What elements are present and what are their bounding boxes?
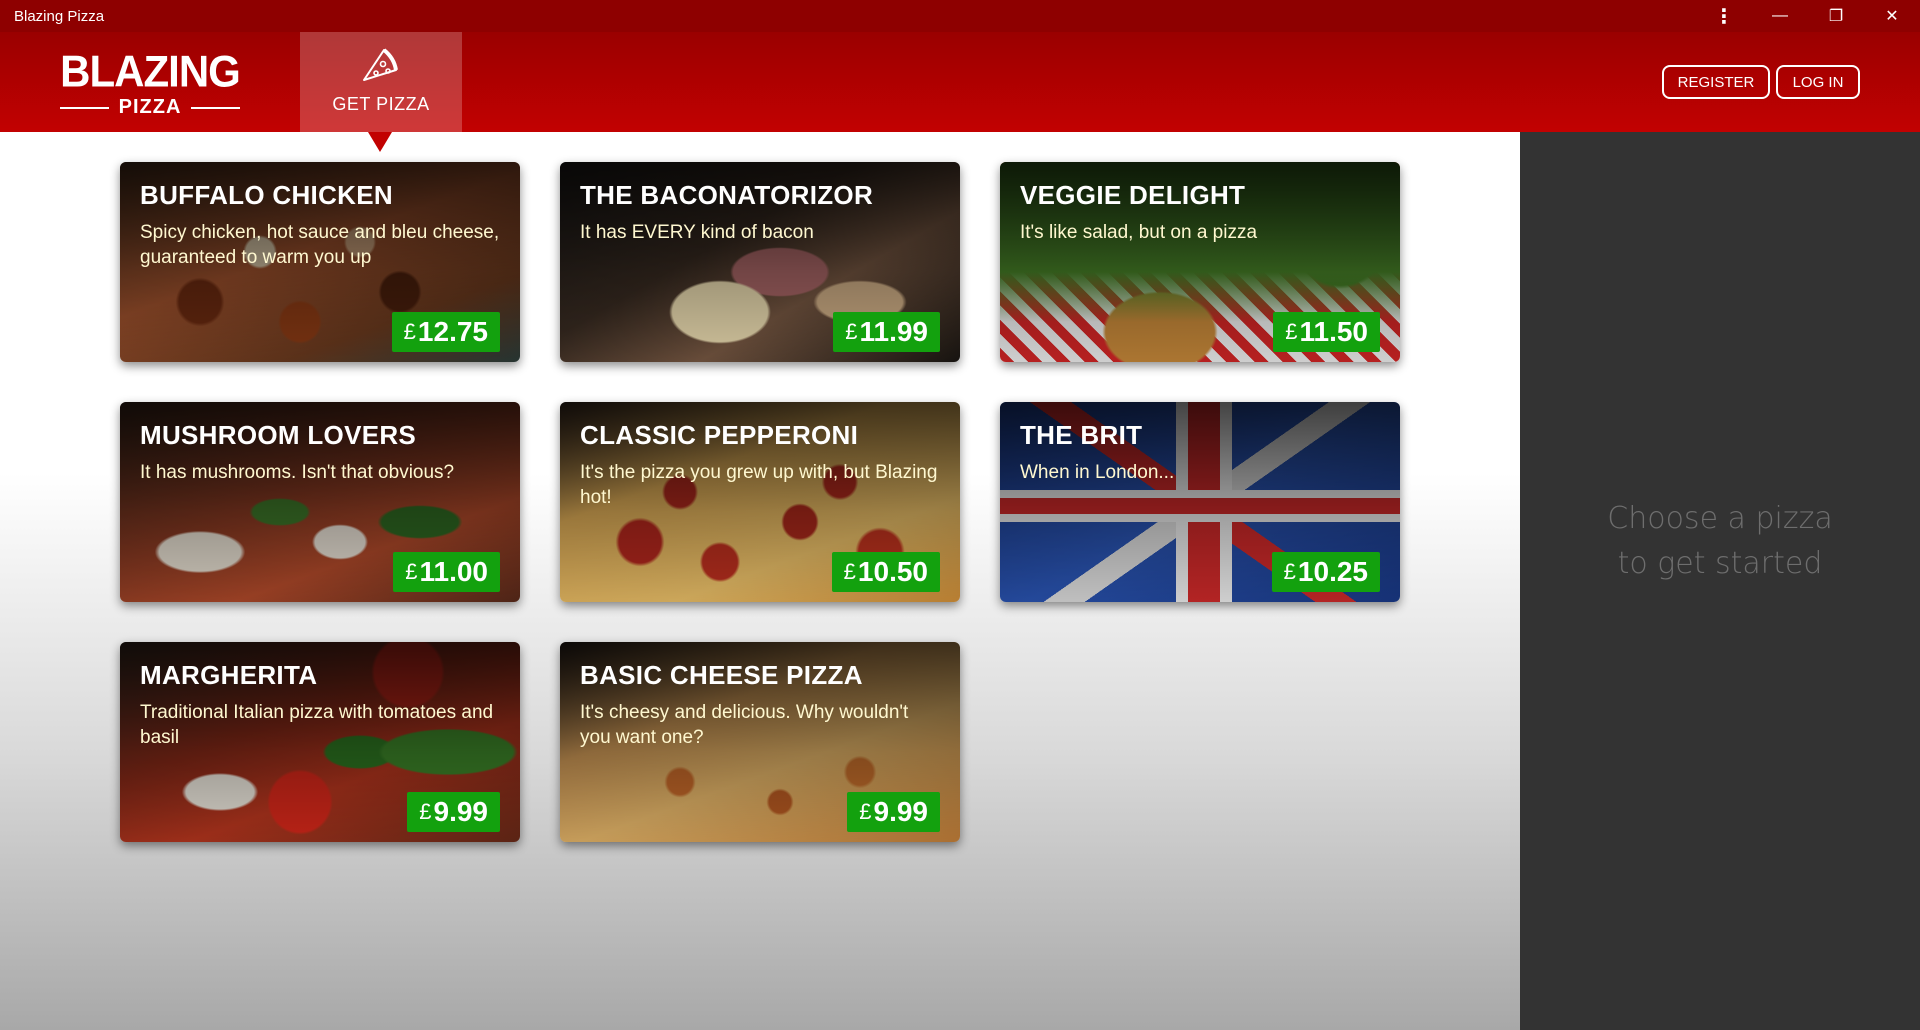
price-value: 12.75 xyxy=(417,316,488,347)
pizza-description: When in London... xyxy=(1020,462,1175,483)
more-vertical-icon[interactable]: ⋮ xyxy=(1696,0,1752,32)
price-value: 10.50 xyxy=(857,556,928,587)
currency-symbol: £ xyxy=(859,799,872,824)
minimize-icon[interactable]: — xyxy=(1752,0,1808,32)
pizza-name: VEGGIE DELIGHT xyxy=(1020,180,1246,210)
restore-icon[interactable]: ❐ xyxy=(1808,0,1864,32)
pizza-card-veggie-delight[interactable]: VEGGIE DELIGHT It's like salad, but on a… xyxy=(1000,162,1400,362)
app-header: BLAZING PIZZA GET PIZZA REGISTER LOG IN xyxy=(0,32,1920,132)
price-value: 10.25 xyxy=(1297,556,1368,587)
price-value: 11.00 xyxy=(419,556,488,587)
pizza-card-basic-cheese-pizza[interactable]: BASIC CHEESE PIZZA It's cheesy and delic… xyxy=(560,642,960,842)
price-value: 11.99 xyxy=(859,316,928,347)
pizza-card-classic-pepperoni[interactable]: CLASSIC PEPPERONI It's the pizza you gre… xyxy=(560,402,960,602)
pizza-card-margherita[interactable]: MARGHERITA Traditional Italian pizza wit… xyxy=(120,642,520,842)
price-value: 9.99 xyxy=(873,796,929,827)
pizza-slice-icon xyxy=(363,48,398,81)
pizza-name: THE BRIT xyxy=(1020,420,1143,450)
pizza-price: £9.99 xyxy=(407,792,500,832)
pizza-card-the-brit[interactable]: THE BRIT When in London... £10.25 xyxy=(1000,402,1400,602)
currency-symbol: £ xyxy=(845,319,858,344)
pizza-name: MARGHERITA xyxy=(140,660,318,690)
pizza-name: CLASSIC PEPPERONI xyxy=(580,420,859,450)
window-title-bar: Blazing Pizza ⋮ — ❐ ✕ xyxy=(0,0,1920,32)
register-button[interactable]: REGISTER xyxy=(1662,65,1770,99)
currency-symbol: £ xyxy=(1283,559,1296,584)
currency-symbol: £ xyxy=(1285,319,1298,344)
pizza-price: £12.75 xyxy=(391,312,500,352)
pizza-description: It has mushrooms. Isn't that obvious? xyxy=(140,462,455,483)
currency-symbol: £ xyxy=(403,319,416,344)
pizza-description: It's like salad, but on a pizza xyxy=(1020,222,1258,243)
price-value: 9.99 xyxy=(433,796,489,827)
pizza-description: It's the pizza you grew up with, but Bla… xyxy=(580,462,938,508)
logo[interactable]: BLAZING PIZZA xyxy=(60,46,241,118)
currency-symbol: £ xyxy=(843,559,856,584)
empty-order-line-1: Choose a pizza xyxy=(1607,501,1833,536)
pizza-price: £9.99 xyxy=(847,792,940,832)
pizza-description: Traditional Italian pizza with tomatoes … xyxy=(140,702,494,748)
pizza-price: £11.00 xyxy=(393,552,500,592)
pizza-name: BUFFALO CHICKEN xyxy=(140,180,393,210)
logo-divider-right xyxy=(191,106,240,109)
pizza-price: £10.50 xyxy=(831,552,940,592)
nav-get-pizza[interactable]: GET PIZZA xyxy=(300,32,462,132)
logo-bottom-text: PIZZA xyxy=(118,96,182,118)
order-sidebar: Choose a pizza to get started xyxy=(1520,132,1920,1030)
currency-symbol: £ xyxy=(405,559,418,584)
window-title: Blazing Pizza xyxy=(14,7,105,25)
pizza-card-mushroom-lovers[interactable]: MUSHROOM LOVERS It has mushrooms. Isn't … xyxy=(120,402,520,602)
empty-order-message: Choose a pizza to get started xyxy=(1520,496,1920,586)
pizza-price: £11.50 xyxy=(1273,312,1380,352)
logo-divider-left xyxy=(60,106,109,109)
pizza-price: £11.99 xyxy=(833,312,940,352)
empty-order-line-2: to get started xyxy=(1617,546,1823,581)
pizza-name: BASIC CHEESE PIZZA xyxy=(580,660,863,690)
pizza-card-the-baconatorizor[interactable]: THE BACONATORIZOR It has EVERY kind of b… xyxy=(560,162,960,362)
pizza-description: Spicy chicken, hot sauce and bleu cheese… xyxy=(140,222,500,268)
logo-top-text: BLAZING xyxy=(60,46,241,97)
close-icon[interactable]: ✕ xyxy=(1864,0,1920,32)
pizza-card-buffalo-chicken[interactable]: BUFFALO CHICKEN Spicy chicken, hot sauce… xyxy=(120,162,520,362)
login-button[interactable]: LOG IN xyxy=(1776,65,1860,99)
currency-symbol: £ xyxy=(419,799,432,824)
pizza-price: £10.25 xyxy=(1271,552,1380,592)
nav-active-indicator xyxy=(368,132,392,152)
pizza-name: THE BACONATORIZOR xyxy=(580,180,874,210)
pizza-name: MUSHROOM LOVERS xyxy=(140,420,417,450)
price-value: 11.50 xyxy=(1299,316,1368,347)
nav-get-pizza-label: GET PIZZA xyxy=(332,94,430,114)
pizza-description: It's cheesy and delicious. Why wouldn't … xyxy=(580,702,909,748)
pizza-description: It has EVERY kind of bacon xyxy=(580,222,814,243)
